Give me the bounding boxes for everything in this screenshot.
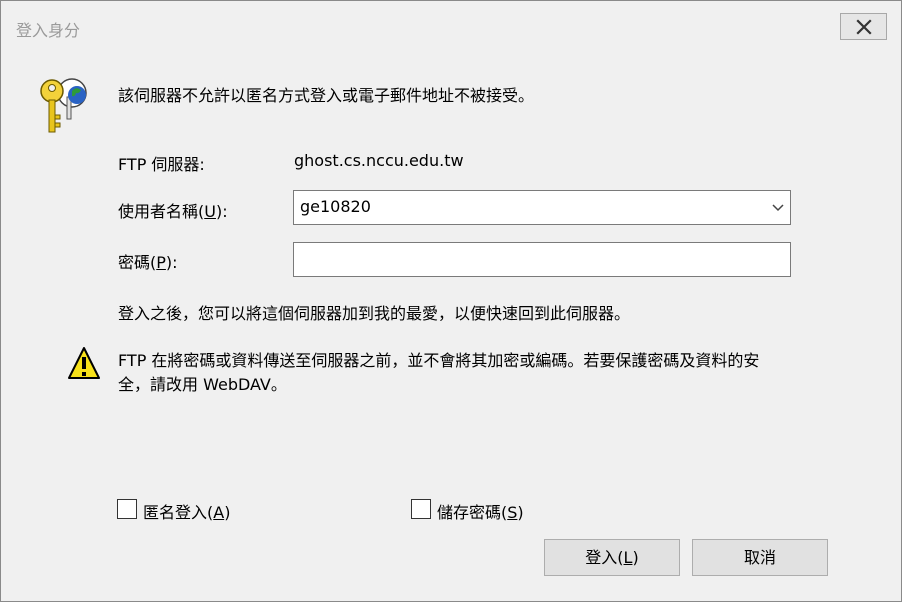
favorite-note: 登入之後，您可以將這個伺服器加到我的最愛，以便快速回到此伺服器。 <box>118 304 631 323</box>
window-title: 登入身分 <box>16 21 81 40</box>
login-button[interactable]: 登入(L) <box>544 539 680 576</box>
close-button[interactable] <box>840 13 887 40</box>
error-message: 該伺服器不允許以匿名方式登入或電子郵件地址不被接受。 <box>118 86 535 105</box>
ftp-server-value: ghost.cs.nccu.edu.tw <box>294 151 464 170</box>
ftp-server-label: FTP 伺服器: <box>118 155 205 174</box>
cancel-button[interactable]: 取消 <box>692 539 828 576</box>
warning-text-line1: FTP 在將密碼或資料傳送至伺服器之前，並不會將其加密或編碼。若要保護密碼及資料… <box>118 351 760 370</box>
warning-text-line2: 全，請改用 WebDAV。 <box>118 375 287 394</box>
username-label: 使用者名稱(U): <box>118 202 228 221</box>
anonymous-login-checkbox[interactable] <box>117 499 137 519</box>
save-password-label[interactable]: 儲存密碼(S) <box>437 499 524 523</box>
username-combobox[interactable]: ge10820 <box>293 190 791 225</box>
warning-icon <box>68 347 100 379</box>
chevron-down-icon[interactable] <box>772 201 784 213</box>
save-password-checkbox[interactable] <box>411 499 431 519</box>
anonymous-login-label[interactable]: 匿名登入(A) <box>143 499 230 523</box>
title-bar: 登入身分 <box>1 1 901 53</box>
username-value: ge10820 <box>300 197 371 216</box>
keys-globe-icon <box>40 78 87 133</box>
password-input[interactable] <box>293 242 791 277</box>
close-icon <box>856 19 872 35</box>
login-dialog: 登入身分 該伺服器不允許以匿名方式登入或電子郵件地址不被接受。 FTP 伺服器:… <box>0 0 902 602</box>
password-label: 密碼(P): <box>118 253 178 272</box>
